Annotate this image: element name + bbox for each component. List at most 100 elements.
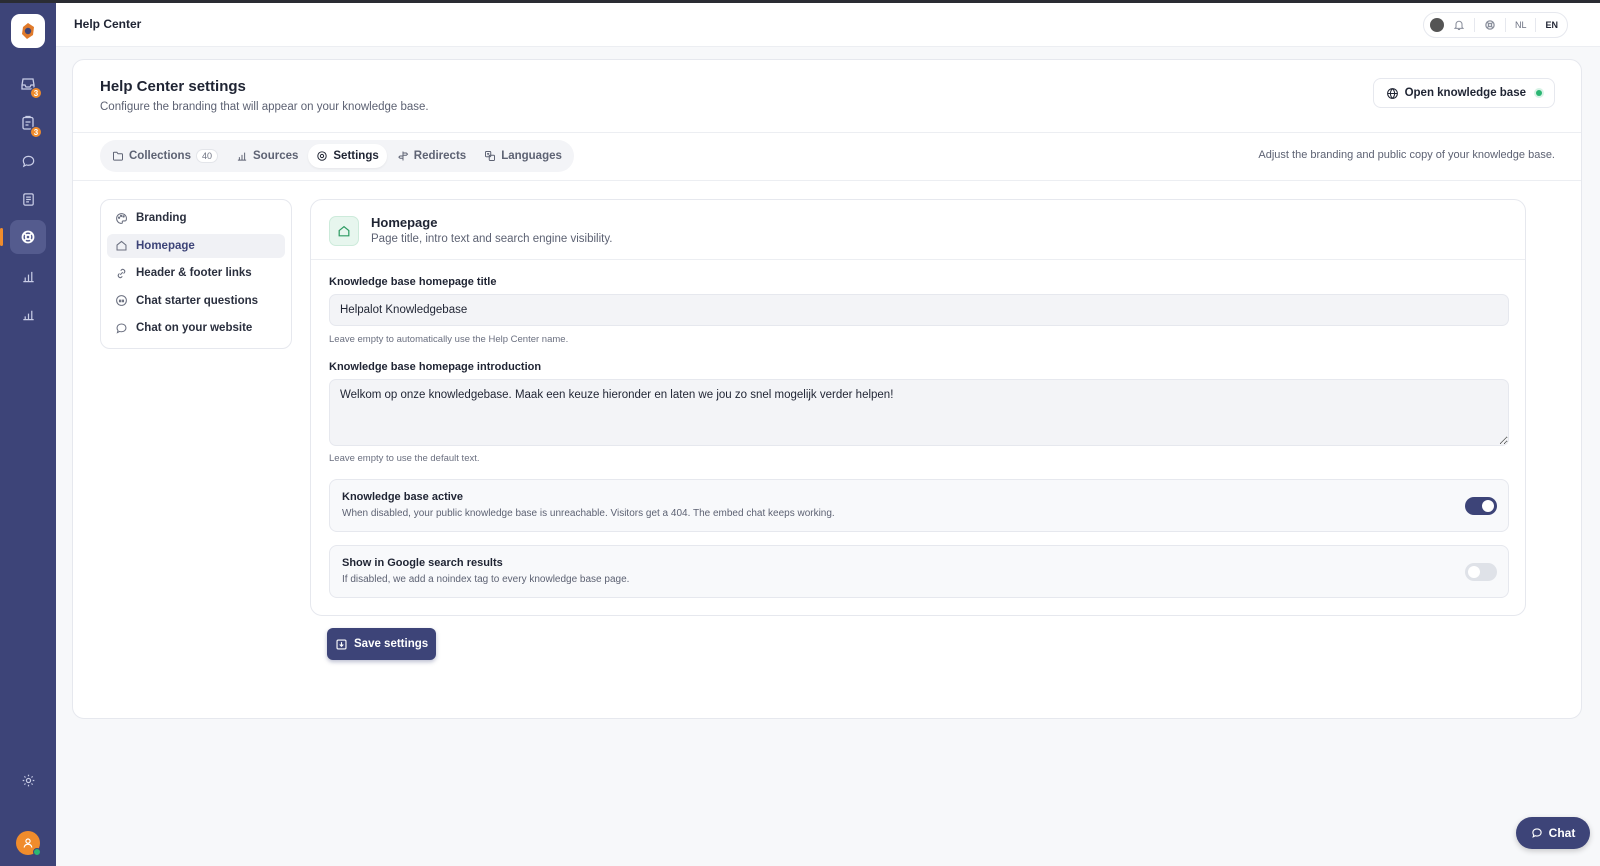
palette-icon [116,212,127,224]
settings-nav-chat-website-label: Chat on your website [136,322,253,334]
home-icon [329,216,359,246]
google-visibility-toggle[interactable] [1465,563,1497,581]
chat-icon [1531,828,1542,838]
settings-nav-chat-website[interactable]: Chat on your website [107,316,285,340]
translate-icon [485,151,496,161]
save-settings-button[interactable]: Save settings [327,628,437,660]
homepage-title-help: Leave empty to automatically use the Hel… [329,334,569,345]
sidebar-item-help-center[interactable] [0,220,46,254]
divider [73,132,1581,133]
tab-settings[interactable]: Settings [308,144,387,168]
reports-icon [22,310,34,320]
sidebar-item-conversations[interactable] [10,144,46,178]
homepage-intro-textarea[interactable]: Welkom op onze knowledgebase. Maak een k… [329,379,1509,446]
user-avatar[interactable] [16,831,41,856]
settings-nav: Branding Homepage Header & footer links … [100,199,292,349]
globe-icon [1386,87,1398,99]
user-icon [23,838,33,848]
gear-icon [317,151,328,161]
tabs-hint: Adjust the branding and public copy of y… [1258,149,1555,161]
homepage-title-label: Knowledge base homepage title [329,276,497,288]
help-center-icon [21,230,35,244]
settings-nav-links[interactable]: Header & footer links [107,261,285,285]
tab-settings-label: Settings [333,150,379,162]
panel-header: Homepage Page title, intro text and sear… [311,200,1525,260]
kb-active-setting: Knowledge base active When disabled, you… [329,479,1509,532]
sidebar-item-tasks[interactable]: 3 [10,106,46,140]
tab-sources-label: Sources [253,150,299,162]
app-logo[interactable] [11,14,45,48]
tab-redirects[interactable]: Redirects [389,144,474,168]
divider [1535,18,1537,32]
sidebar-item-analytics[interactable] [10,259,46,293]
settings-nav-homepage[interactable]: Homepage [107,233,285,258]
open-knowledge-base-label: Open knowledge base [1404,87,1526,99]
settings-nav-links-label: Header & footer links [136,267,252,279]
panel-subtitle: Page title, intro text and search engine… [371,233,613,245]
toggle-knob [1468,566,1480,578]
settings-nav-chat-starters-label: Chat starter questions [136,294,259,307]
tab-sources[interactable]: Sources [228,144,306,168]
save-icon [336,638,347,650]
language-en[interactable]: EN [1542,20,1561,30]
toggle-knob [1482,500,1494,512]
kb-active-description: When disabled, your public knowledge bas… [342,508,835,519]
settings-nav-chat-starters[interactable]: Chat starter questions [107,289,285,313]
chat-bubble-icon [116,323,127,334]
chat-launcher-label: Chat [1548,826,1576,840]
tab-collections[interactable]: Collections 40 [104,144,226,168]
analytics-icon [22,271,34,282]
language-nl[interactable]: NL [1512,20,1530,30]
status-toggle[interactable] [1429,18,1444,32]
kb-active-toggle[interactable] [1465,497,1497,515]
chat-launcher-button[interactable]: Chat [1516,817,1590,849]
tab-languages[interactable]: Languages [476,144,570,168]
homepage-settings-panel: Homepage Page title, intro text and sear… [310,199,1526,616]
app-sidebar: 3 3 [0,3,56,866]
collections-count-badge: 40 [195,149,218,163]
header-toolbar: NL EN [1422,12,1568,38]
tab-redirects-label: Redirects [413,150,467,162]
google-visibility-title: Show in Google search results [342,557,503,569]
page-subtitle: Configure the branding that will appear … [100,101,429,113]
live-status-dot [1536,90,1542,96]
help-icon[interactable] [1481,16,1499,34]
bell-icon[interactable] [1450,16,1468,34]
sidebar-item-documents[interactable] [10,182,46,216]
online-status-dot [33,848,41,856]
kb-active-title: Knowledge base active [342,491,464,503]
settings-nav-branding-label: Branding [136,212,187,224]
settings-card: Help Center settings Configure the brand… [72,59,1582,719]
tab-collections-label: Collections [129,150,191,162]
open-knowledge-base-button[interactable]: Open knowledge base [1372,78,1555,108]
homepage-intro-label: Knowledge base homepage introduction [329,361,542,373]
bar-chart-icon [237,152,247,161]
google-visibility-setting: Show in Google search results If disable… [329,545,1509,598]
top-header: Help Center NL EN [56,3,1600,47]
settings-nav-homepage-label: Homepage [136,239,195,252]
tab-languages-label: Languages [501,150,562,162]
save-settings-label: Save settings [354,638,429,650]
link-icon [117,268,126,278]
tasks-badge: 3 [30,126,42,138]
page-title: Help Center settings [100,78,246,95]
gear-icon [22,774,34,786]
homepage-intro-help: Leave empty to use the default text. [329,453,480,464]
chat-icon [22,155,34,167]
homepage-title-input[interactable] [329,294,1509,326]
sidebar-item-inbox[interactable]: 3 [10,67,46,101]
divider [73,180,1581,181]
signpost-icon [397,151,408,161]
folder-icon [112,151,123,161]
section-tabs: Collections 40 Sources Settings Redirect… [100,140,574,172]
divider [1473,18,1475,32]
sidebar-item-settings[interactable] [10,763,46,797]
sidebar-item-reports[interactable] [10,297,46,331]
quote-bubble-icon [116,295,127,306]
home-icon [116,240,127,251]
inbox-badge: 3 [30,87,42,99]
settings-nav-branding[interactable]: Branding [107,206,285,230]
header-title: Help Center [74,17,142,31]
google-visibility-description: If disabled, we add a noindex tag to eve… [342,574,630,585]
divider [1504,18,1506,32]
